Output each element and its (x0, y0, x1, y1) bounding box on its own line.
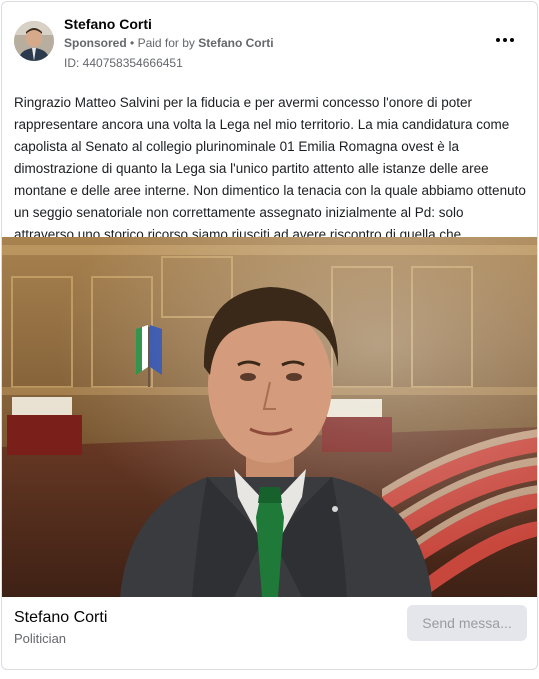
paid-for-name[interactable]: Stefano Corti (198, 36, 273, 50)
footer-page-name[interactable]: Stefano Corti (14, 609, 107, 627)
separator-dot: • (130, 36, 135, 50)
paid-for-prefix: Paid for by (137, 36, 195, 50)
more-options-button[interactable] (493, 32, 517, 48)
sponsored-line: Sponsored • Paid for by Stefano Corti (64, 36, 274, 50)
post-image[interactable] (2, 237, 537, 597)
footer-page-category: Politician (14, 631, 67, 646)
ad-card: Stefano Corti Sponsored • Paid for by St… (1, 1, 538, 670)
sponsored-label: Sponsored (64, 36, 127, 50)
post-text: Ringrazio Matteo Salvini per la fiducia … (14, 95, 526, 242)
post-header: Stefano Corti Sponsored • Paid for by St… (14, 12, 525, 72)
avatar-image (14, 21, 54, 61)
senate-portrait-image (2, 237, 537, 597)
more-horizontal-icon (496, 38, 500, 42)
send-message-button[interactable]: Send messa... (407, 605, 527, 641)
avatar[interactable] (14, 21, 54, 61)
ad-id: ID: 440758354666451 (64, 56, 183, 70)
page-name[interactable]: Stefano Corti (64, 16, 152, 32)
